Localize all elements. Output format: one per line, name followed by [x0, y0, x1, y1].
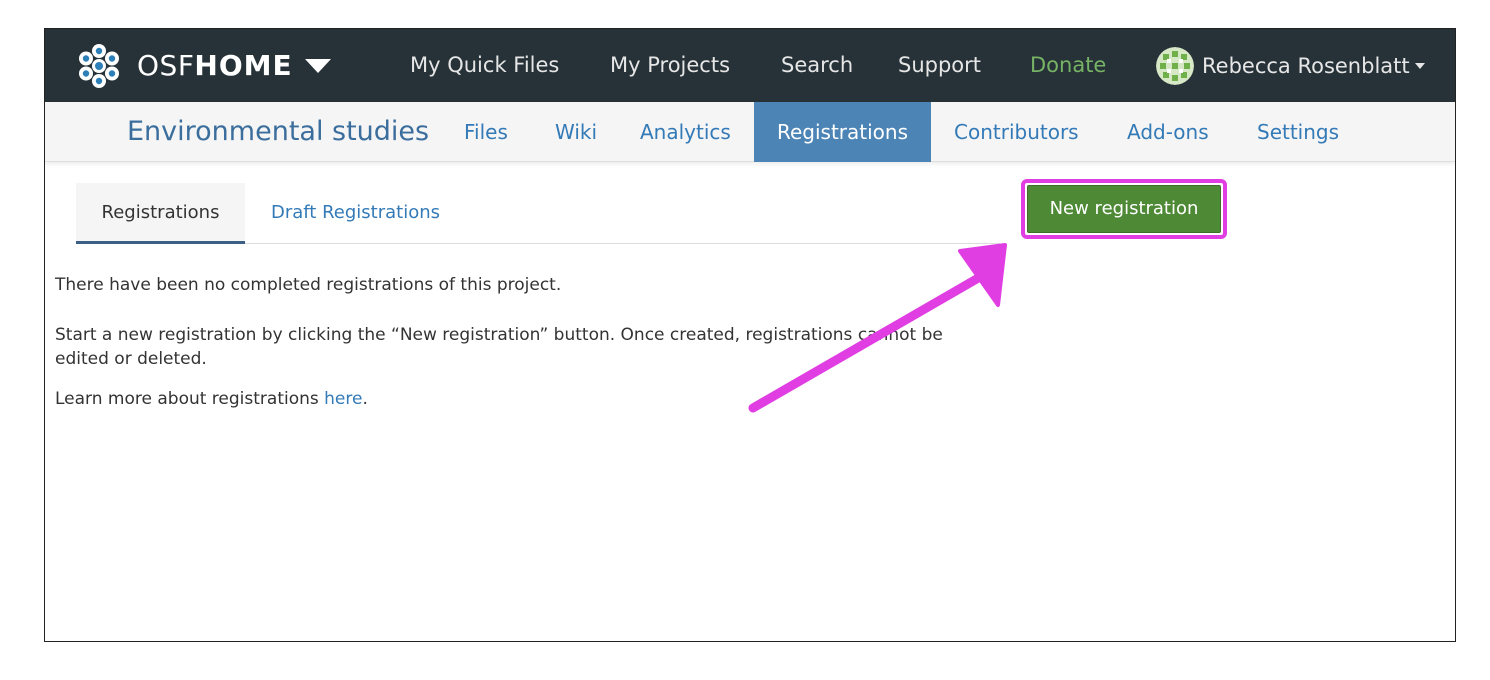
- user-name: Rebecca Rosenblatt: [1202, 53, 1410, 78]
- nav-support[interactable]: Support: [898, 29, 981, 102]
- tab-contributors[interactable]: Contributors: [954, 102, 1079, 162]
- tab-settings[interactable]: Settings: [1257, 102, 1339, 162]
- tab-registrations-list[interactable]: Registrations: [76, 183, 245, 244]
- registration-tabs: Registrations Draft Registrations: [76, 183, 1000, 244]
- nav-my-quick-files[interactable]: My Quick Files: [410, 29, 559, 102]
- project-navbar: Environmental studies Files Wiki Analyti…: [45, 102, 1455, 162]
- new-registration-label: New registration: [1027, 185, 1221, 233]
- tab-files[interactable]: Files: [464, 102, 508, 162]
- osf-logo-icon: [79, 43, 119, 88]
- browser-frame: OSFHOME My Quick Files My Projects Searc…: [44, 28, 1456, 642]
- tab-registrations[interactable]: Registrations: [754, 102, 931, 162]
- project-title[interactable]: Environmental studies: [127, 102, 429, 162]
- user-menu[interactable]: Rebecca Rosenblatt: [1156, 29, 1425, 102]
- learn-more-prefix: Learn more about registrations: [55, 389, 325, 409]
- tab-add-ons[interactable]: Add-ons: [1127, 102, 1209, 162]
- brand-name-light: OSF: [137, 49, 195, 82]
- tab-draft-registrations[interactable]: Draft Registrations: [271, 183, 440, 244]
- top-navbar: OSFHOME My Quick Files My Projects Searc…: [45, 29, 1455, 102]
- nav-my-projects[interactable]: My Projects: [610, 29, 730, 102]
- nav-donate[interactable]: Donate: [1030, 29, 1106, 102]
- tab-wiki[interactable]: Wiki: [555, 102, 597, 162]
- osf-home-menu[interactable]: OSFHOME: [75, 29, 331, 102]
- avatar: [1156, 46, 1194, 85]
- learn-more-link[interactable]: here: [324, 389, 362, 409]
- new-registration-button[interactable]: New registration: [1021, 179, 1227, 239]
- brand-name-bold: HOME: [194, 49, 293, 82]
- nav-search[interactable]: Search: [781, 29, 853, 102]
- learn-more-suffix: .: [362, 389, 368, 409]
- caret-down-icon: [304, 58, 331, 73]
- learn-more-message: Learn more about registrations here.: [55, 389, 368, 409]
- caret-down-icon: [1414, 62, 1425, 69]
- no-registrations-message: There have been no completed registratio…: [55, 275, 562, 295]
- brand-name: OSFHOME: [137, 49, 293, 82]
- tab-analytics[interactable]: Analytics: [640, 102, 731, 162]
- start-registration-message: Start a new registration by clicking the…: [55, 325, 943, 369]
